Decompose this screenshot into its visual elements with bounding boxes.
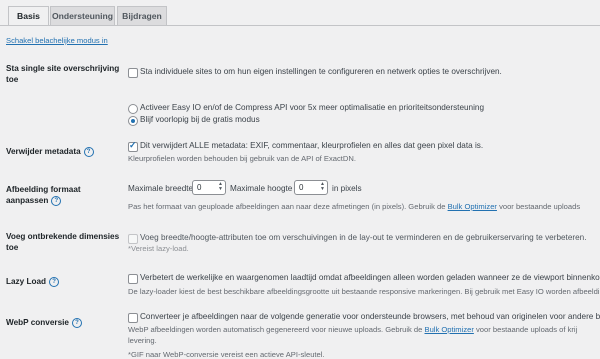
help-circle-icon[interactable]: ? [83,146,94,157]
webp-title-text: WebP conversie [6,318,69,327]
spinner-arrows-icon[interactable]: ▲ ▼ [218,182,223,192]
resize-desc: Pas het formaat van geuploade afbeelding… [128,202,580,211]
webp-desc-tail: voor bestaande uploads of krij [473,325,578,334]
lazy-load-desc: De lazy-loader kiest de best beschikbare… [128,287,600,296]
help-circle-icon[interactable]: ? [71,317,82,328]
lazy-load-title-text: Lazy Load [6,277,47,286]
bulk-optimizer-link[interactable]: Bulk Optimizer [425,325,474,334]
max-width-label: Maximale breedte [128,184,194,193]
single-site-title-line1: Sta single site overschrijving [6,64,120,73]
bulk-optimizer-link[interactable]: Bulk Optimizer [448,202,497,211]
webp-desc-text: WebP afbeeldingen worden automatisch geg… [128,325,425,334]
lazy-load-title: Lazy Load? [6,276,60,287]
metadata-desc: Kleurprofielen worden behouden bij gebru… [128,154,356,163]
lazy-load-label: Verbetert de werkelijke en waargenomen l… [140,273,600,282]
tab-basis[interactable]: Basis [8,6,49,26]
lazy-load-checkbox[interactable] [128,274,138,284]
activate-api-radio[interactable] [128,104,138,114]
resize-title-line2: aanpassen [6,196,49,205]
free-mode-label: Blijf voorlopig bij de gratis modus [140,115,260,124]
single-site-label: Sta individuele sites to om hun eigen in… [140,67,502,76]
help-circle-icon[interactable]: ? [51,195,62,206]
webp-desc-line2: levering. [128,336,157,345]
metadata-title: Verwijder metadata? [6,146,94,157]
metadata-label: Dit verwijdert ALLE metadata: EXIF, comm… [140,141,484,150]
dimensions-label: Voeg breedte/hoogte-attributen toe om ve… [140,233,587,242]
resize-desc-tail: voor bestaande uploads [496,202,581,211]
resize-title: Afbeelding formaat aanpassen? [6,184,81,206]
tab-divider [0,25,600,26]
spinner-arrows-icon[interactable]: ▲ ▼ [320,182,325,192]
tab-bijdragen[interactable]: Bijdragen [117,6,167,25]
webp-label: Converteer je afbeeldingen naar de volge… [140,312,600,321]
single-site-checkbox[interactable] [128,68,138,78]
single-site-title-line2: toe [6,75,19,84]
webp-desc: WebP afbeeldingen worden automatisch geg… [128,325,577,334]
dimensions-desc: *Vereist lazy-load. [128,244,189,253]
tab-label: Ondersteuning [51,11,114,21]
webp-title: WebP conversie? [6,317,82,328]
dimensions-title: Voeg ontbrekende dimensies toe [6,231,119,253]
max-width-input[interactable]: 0 ▲ ▼ [192,180,226,195]
tab-label: Bijdragen [122,11,162,21]
single-site-title: Sta single site overschrijving toe [6,63,119,85]
tab-label: Basis [17,11,40,21]
max-width-value: 0 [197,183,202,192]
max-height-input[interactable]: 0 ▲ ▼ [294,180,328,195]
max-height-label: Maximale hoogte [230,184,293,193]
pixels-unit: in pixels [332,184,362,193]
dimensions-title-line1: Voeg ontbrekende dimensies [6,232,120,241]
tab-ondersteuning[interactable]: Ondersteuning [50,6,115,25]
help-circle-icon[interactable]: ? [49,276,60,287]
dimensions-checkbox[interactable] [128,234,138,244]
max-height-value: 0 [299,183,304,192]
webp-checkbox[interactable] [128,313,138,323]
free-mode-radio[interactable] [128,116,138,126]
resize-desc-text: Pas het formaat van geuploade afbeelding… [128,202,448,211]
resize-title-line1: Afbeelding formaat [6,185,81,194]
easy-mode-link[interactable]: Schakel belachelijke modus in [6,36,108,45]
webp-desc-line3: *GIF naar WebP-conversie vereist een act… [128,350,325,359]
metadata-checkbox[interactable] [128,140,138,152]
activate-api-label: Activeer Easy IO en/of de Compress API v… [140,103,485,112]
metadata-title-text: Verwijder metadata [6,147,81,156]
dimensions-title-line2: toe [6,243,19,252]
